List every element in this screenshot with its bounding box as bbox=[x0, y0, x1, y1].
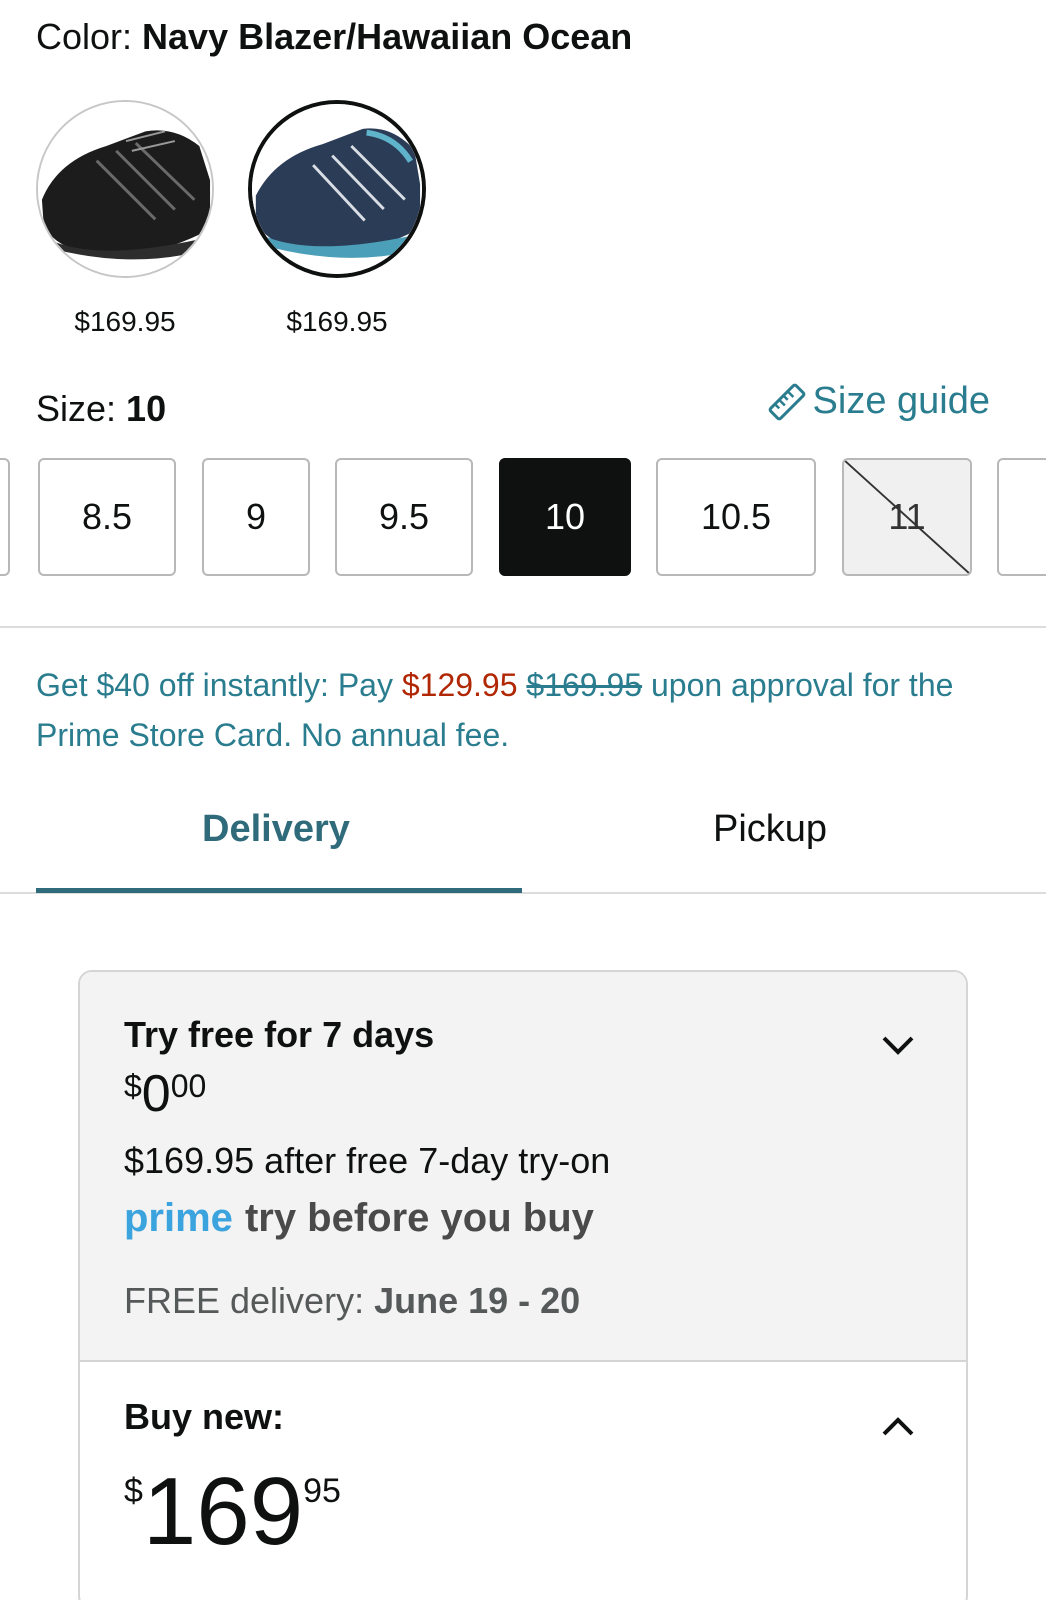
prime-word: prime bbox=[124, 1196, 233, 1240]
color-selection-label: Color: Navy Blazer/Hawaiian Ocean bbox=[36, 16, 632, 58]
buy-new-price: $169 95 bbox=[124, 1462, 341, 1562]
unavailable-strike-icon bbox=[844, 460, 970, 574]
size-option-9[interactable]: 9 bbox=[202, 458, 310, 576]
size-guide-link[interactable]: Size guide bbox=[767, 380, 990, 423]
tab-pickup[interactable]: Pickup bbox=[530, 808, 1010, 851]
chevron-down-icon[interactable] bbox=[878, 1030, 918, 1060]
size-guide-label: Size guide bbox=[812, 380, 990, 422]
price-fraction: 95 bbox=[303, 1472, 341, 1510]
navy-shoe-image bbox=[252, 104, 422, 274]
tab-active-indicator bbox=[36, 888, 522, 893]
swatch-price-black: $169.95 bbox=[74, 306, 176, 337]
swatch-price-navy: $169.95 bbox=[286, 306, 388, 337]
black-shoe-image bbox=[38, 102, 212, 276]
try-free-title: Try free for 7 days bbox=[124, 1014, 435, 1055]
promo-old-price: $169.95 bbox=[526, 667, 643, 703]
size-option-partial-left[interactable] bbox=[0, 458, 10, 576]
size-option-10-5[interactable]: 10.5 bbox=[656, 458, 816, 576]
price-symbol: $ bbox=[124, 1472, 143, 1510]
free-delivery-text: FREE delivery: June 19 - 20 bbox=[124, 1280, 580, 1322]
size-option-8-5[interactable]: 8.5 bbox=[38, 458, 176, 576]
size-options: 8.5 9 9.5 10 10.5 11 bbox=[0, 458, 1046, 576]
section-divider bbox=[0, 626, 1046, 628]
color-label: Color: bbox=[36, 16, 143, 57]
size-selection-label: Size: 10 bbox=[36, 388, 166, 430]
price-whole: 0 bbox=[141, 1065, 171, 1123]
size-value: 10 bbox=[126, 388, 167, 429]
free-delivery-label: FREE delivery: bbox=[124, 1280, 375, 1321]
color-swatch-black[interactable] bbox=[36, 100, 214, 278]
after-trial-price-text: $169.95 after free 7-day try-on bbox=[124, 1140, 611, 1181]
promo-new-price: $129.95 bbox=[401, 667, 518, 703]
chevron-up-icon[interactable] bbox=[878, 1412, 918, 1442]
size-option-10[interactable]: 10 bbox=[499, 458, 631, 576]
tab-delivery[interactable]: Delivery bbox=[36, 808, 516, 851]
purchase-options-card: Try free for 7 days $0 00 $169.95 after f… bbox=[78, 970, 968, 1600]
price-whole: 169 bbox=[142, 1458, 304, 1565]
promo-prefix: Get $40 off instantly: Pay bbox=[36, 667, 402, 703]
size-label: Size: bbox=[36, 388, 127, 429]
size-option-11-unavailable[interactable]: 11 bbox=[842, 458, 972, 576]
free-delivery-date: June 19 - 20 bbox=[374, 1280, 581, 1321]
try-free-price: $0 00 bbox=[124, 1064, 206, 1124]
buy-new-title[interactable]: Buy new: bbox=[124, 1396, 284, 1438]
size-option-9-5[interactable]: 9.5 bbox=[335, 458, 473, 576]
size-option-partial-right[interactable] bbox=[997, 458, 1046, 576]
prime-try-before-you-buy-logo: prime try before you buy bbox=[124, 1196, 594, 1241]
color-swatch-navy[interactable] bbox=[248, 100, 426, 278]
color-value: Navy Blazer/Hawaiian Ocean bbox=[142, 16, 633, 57]
store-card-promo[interactable]: Get $40 off instantly: Pay $129.95 $169.… bbox=[36, 660, 1016, 760]
prime-tagline: try before you buy bbox=[244, 1196, 594, 1240]
try-free-option[interactable]: Try free for 7 days $0 00 $169.95 after f… bbox=[80, 972, 966, 1362]
price-fraction: 00 bbox=[170, 1068, 207, 1104]
price-symbol: $ bbox=[124, 1068, 142, 1104]
ruler-icon bbox=[768, 383, 805, 420]
